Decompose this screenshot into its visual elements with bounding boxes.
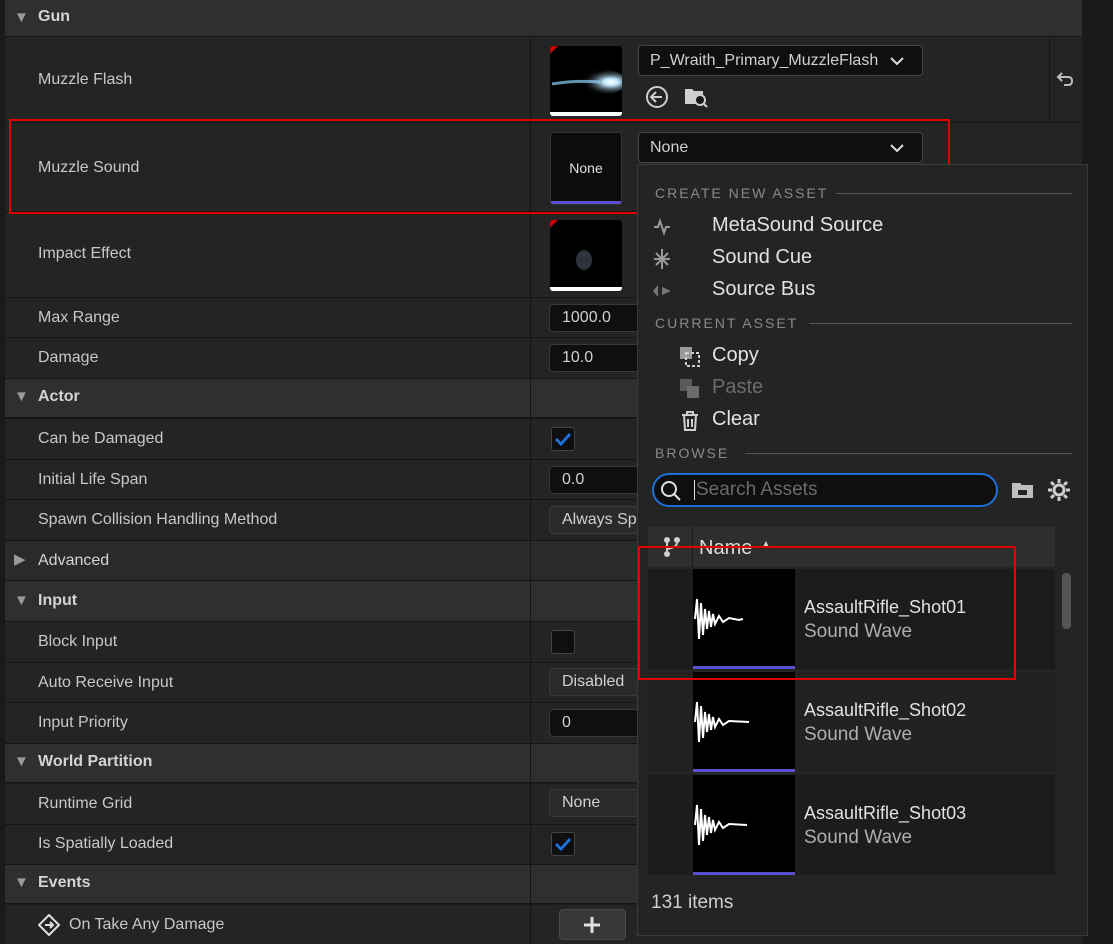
browse-header: BROWSE [655, 445, 730, 461]
can-be-damaged-checkbox[interactable] [551, 427, 575, 451]
property-label: Damage [38, 349, 99, 366]
collapse-triangle-icon: ▼ [14, 874, 29, 891]
section-title: Advanced [38, 552, 110, 569]
current-asset-header: CURRENT ASSET [655, 315, 799, 331]
search-assets-input[interactable]: Search Assets [652, 473, 998, 507]
event-diamond-icon [38, 914, 60, 936]
chevron-down-icon [890, 57, 904, 66]
property-label: Spawn Collision Handling Method [38, 511, 278, 528]
property-label: Muzzle Flash [38, 71, 133, 88]
copy-icon [680, 347, 700, 367]
item-count: 131 items [651, 892, 734, 913]
spawn-collision-dropdown[interactable]: Always Spa [549, 506, 649, 534]
impact-effect-thumbnail[interactable] [550, 220, 622, 291]
max-range-input[interactable]: 1000.0 [549, 304, 649, 332]
use-selected-arrow-icon[interactable] [645, 85, 669, 109]
collapse-triangle-icon: ▼ [14, 9, 29, 26]
property-label: Block Input [38, 633, 118, 650]
property-label: Initial Life Span [38, 471, 148, 488]
search-placeholder: Search Assets [696, 479, 818, 500]
property-label: On Take Any Damage [69, 916, 225, 933]
checkmark-icon [554, 432, 572, 447]
menu-item-source-bus[interactable]: Source Bus [638, 275, 1087, 305]
damage-input[interactable]: 10.0 [549, 344, 649, 372]
paste-icon [680, 379, 699, 398]
muzzle-flash-thumbnail[interactable] [550, 46, 622, 116]
highlight-first-asset [638, 546, 1016, 680]
menu-item-paste[interactable]: Paste [638, 373, 1087, 403]
section-title: Input [38, 592, 78, 609]
menu-item-metasound-source[interactable]: MetaSound Source [638, 211, 1087, 241]
gear-icon[interactable] [1046, 477, 1072, 503]
menu-item-label: Sound Cue [712, 246, 813, 268]
section-title: Actor [38, 388, 80, 405]
is-spatially-loaded-checkbox[interactable] [551, 832, 575, 856]
section-gun[interactable]: ▼ Gun [5, 0, 1082, 37]
waveform-icon [694, 701, 750, 743]
asset-item[interactable]: AssaultRifle_Shot03 Sound Wave [648, 775, 1055, 875]
section-title: Events [38, 874, 91, 891]
sound-wave-thumbnail [693, 775, 795, 875]
runtime-grid-dropdown[interactable]: None [549, 789, 649, 817]
text-cursor [694, 480, 695, 500]
property-label: Runtime Grid [38, 795, 133, 812]
property-label: Is Spatially Loaded [38, 835, 174, 852]
collapse-triangle-icon: ▼ [14, 388, 29, 405]
asset-name: AssaultRifle_Shot03 [804, 803, 967, 823]
waveform-icon [694, 804, 748, 846]
asset-item[interactable]: AssaultRifle_Shot02 Sound Wave [648, 672, 1055, 772]
menu-item-label: Copy [712, 344, 759, 366]
menu-item-label: Source Bus [712, 278, 816, 300]
block-input-checkbox[interactable] [551, 630, 575, 654]
muzzle-flash-preview-icon [550, 68, 622, 116]
menu-item-label: MetaSound Source [712, 214, 884, 236]
reset-to-default-icon[interactable] [1055, 70, 1075, 90]
dropdown-value: P_Wraith_Primary_MuzzleFlash [650, 52, 879, 69]
expand-triangle-icon: ▶ [14, 551, 26, 568]
asset-type: Sound Wave [804, 827, 913, 848]
property-label: Can be Damaged [38, 430, 164, 447]
menu-item-label: Paste [712, 376, 764, 398]
divider [836, 193, 1072, 194]
browse-folder-search-icon[interactable] [683, 84, 709, 110]
source-bus-icon [653, 285, 671, 297]
auto-receive-input-dropdown[interactable]: Disabled [549, 668, 649, 696]
impact-effect-preview-icon [550, 250, 622, 291]
sound-wave-thumbnail [693, 672, 795, 772]
menu-item-sound-cue[interactable]: Sound Cue [638, 243, 1087, 273]
checkmark-icon [554, 837, 572, 852]
initial-life-span-input[interactable]: 0.0 [549, 466, 649, 494]
property-label: Impact Effect [38, 245, 132, 262]
section-title: Gun [38, 8, 70, 25]
property-label: Input Priority [38, 714, 128, 731]
property-label: Max Range [38, 309, 120, 326]
muzzle-flash-asset-dropdown[interactable]: P_Wraith_Primary_MuzzleFlash [638, 45, 923, 76]
menu-item-copy[interactable]: Copy [638, 341, 1087, 371]
divider [745, 453, 1072, 454]
sound-cue-icon [654, 249, 670, 269]
section-title: World Partition [38, 753, 153, 770]
search-icon [661, 481, 681, 501]
trash-icon [682, 411, 698, 431]
create-new-asset-header: CREATE NEW ASSET [655, 185, 829, 201]
property-label: Auto Receive Input [38, 674, 174, 691]
collapse-triangle-icon: ▼ [14, 592, 29, 609]
plus-icon [584, 917, 600, 933]
divider [809, 323, 1072, 324]
menu-item-label: Clear [712, 408, 760, 430]
asset-name: AssaultRifle_Shot02 [804, 700, 967, 720]
menu-item-clear[interactable]: Clear [638, 405, 1087, 435]
add-event-button[interactable] [559, 909, 626, 940]
asset-type: Sound Wave [804, 724, 913, 745]
list-scrollbar-thumb[interactable] [1062, 573, 1071, 629]
collapse-triangle-icon: ▼ [14, 753, 29, 770]
metasound-icon [654, 217, 670, 237]
input-priority-input[interactable]: 0 [549, 709, 649, 737]
folder-icon[interactable] [1010, 478, 1036, 502]
